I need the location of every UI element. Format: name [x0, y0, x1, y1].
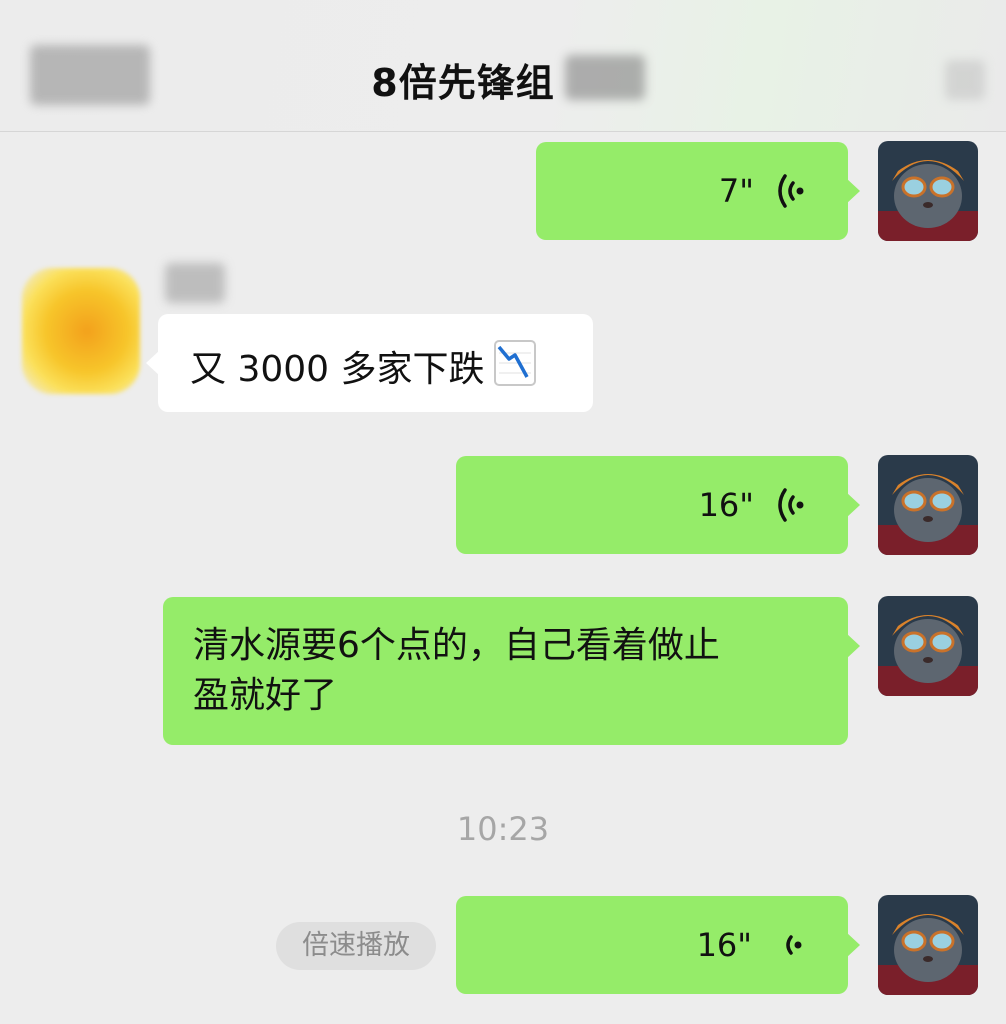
voice-message[interactable]: 7"	[536, 142, 860, 240]
sender-name-blurred	[165, 263, 225, 303]
voice-message[interactable]: 16"	[456, 456, 860, 554]
member-count-blurred	[565, 55, 645, 100]
my-avatar[interactable]	[878, 895, 978, 995]
message-text-line: 盈就好了	[193, 675, 338, 716]
voice-duration: 16"	[698, 486, 754, 524]
voice-message[interactable]: 16"	[456, 896, 860, 994]
speed-playback-button[interactable]: 倍速播放	[276, 922, 436, 970]
text-message[interactable]: 清水源要6个点的，自己看着做止 盈就好了	[163, 597, 860, 745]
my-avatar[interactable]	[878, 455, 978, 555]
voice-wave-icon	[786, 935, 802, 955]
message-text: 又 3000 多家下跌	[190, 349, 485, 390]
voice-duration: 16"	[696, 926, 752, 964]
timestamp: 10:23	[456, 810, 550, 848]
voice-wave-icon	[778, 174, 804, 208]
chat-header: 8倍先锋组	[0, 0, 1006, 132]
voice-duration: 7"	[718, 172, 754, 210]
message-text-line: 清水源要6个点的，自己看着做止	[193, 625, 720, 666]
more-button-blurred[interactable]	[945, 60, 985, 100]
sender-avatar-blurred[interactable]	[22, 268, 140, 394]
text-message[interactable]: 又 3000 多家下跌	[146, 314, 593, 412]
chart-decreasing-icon	[493, 340, 536, 386]
chat-title: 8倍先锋组	[371, 61, 555, 105]
my-avatar[interactable]	[878, 141, 978, 241]
my-avatar[interactable]	[878, 596, 978, 696]
voice-wave-icon	[778, 488, 804, 522]
